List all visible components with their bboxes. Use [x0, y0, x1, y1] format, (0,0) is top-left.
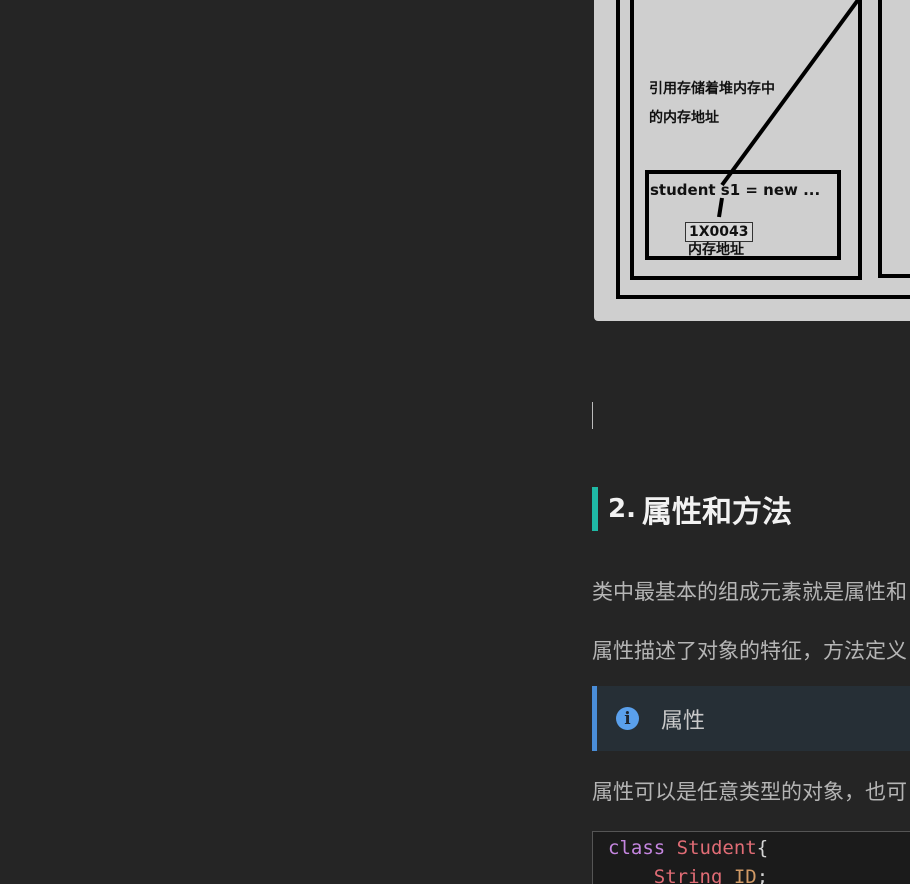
diagram-address-caption: 内存地址	[688, 242, 744, 258]
code-keyword-class: class	[608, 837, 666, 859]
diagram-label-line2: 的内存地址	[649, 110, 719, 126]
code-identifier: ID	[733, 866, 757, 884]
heading-title: 属性和方法	[641, 495, 792, 530]
heading-number: 2.	[608, 494, 636, 524]
code-open-brace: {	[756, 837, 769, 859]
code-class-name: Student	[676, 837, 757, 859]
page: 引用存储着堆内存中 的内存地址 student s1 = new ... 1X0…	[0, 0, 910, 884]
diagram-code-label: student s1 = new ...	[650, 181, 821, 199]
code-block[interactable]: class Student{ String ID;	[592, 831, 910, 884]
info-note: i 属性	[592, 686, 910, 751]
memory-diagram-image: 引用存储着堆内存中 的内存地址 student s1 = new ... 1X0…	[594, 0, 910, 321]
info-icon: i	[616, 707, 639, 730]
code-semicolon: ;	[756, 866, 769, 884]
paragraph-2: 属性描述了对象的特征，方法定义	[592, 639, 907, 663]
diagram-lines	[616, 0, 910, 299]
code-type: String	[653, 866, 723, 884]
section-heading: 2. 属性和方法	[592, 487, 792, 531]
paragraph-1: 类中最基本的组成元素就是属性和	[592, 580, 907, 604]
diagram-label-line1: 引用存储着堆内存中	[649, 81, 775, 97]
note-title: 属性	[661, 708, 706, 734]
note-paragraph: 属性可以是任意类型的对象，也可	[592, 780, 907, 804]
text-caret	[592, 402, 593, 429]
